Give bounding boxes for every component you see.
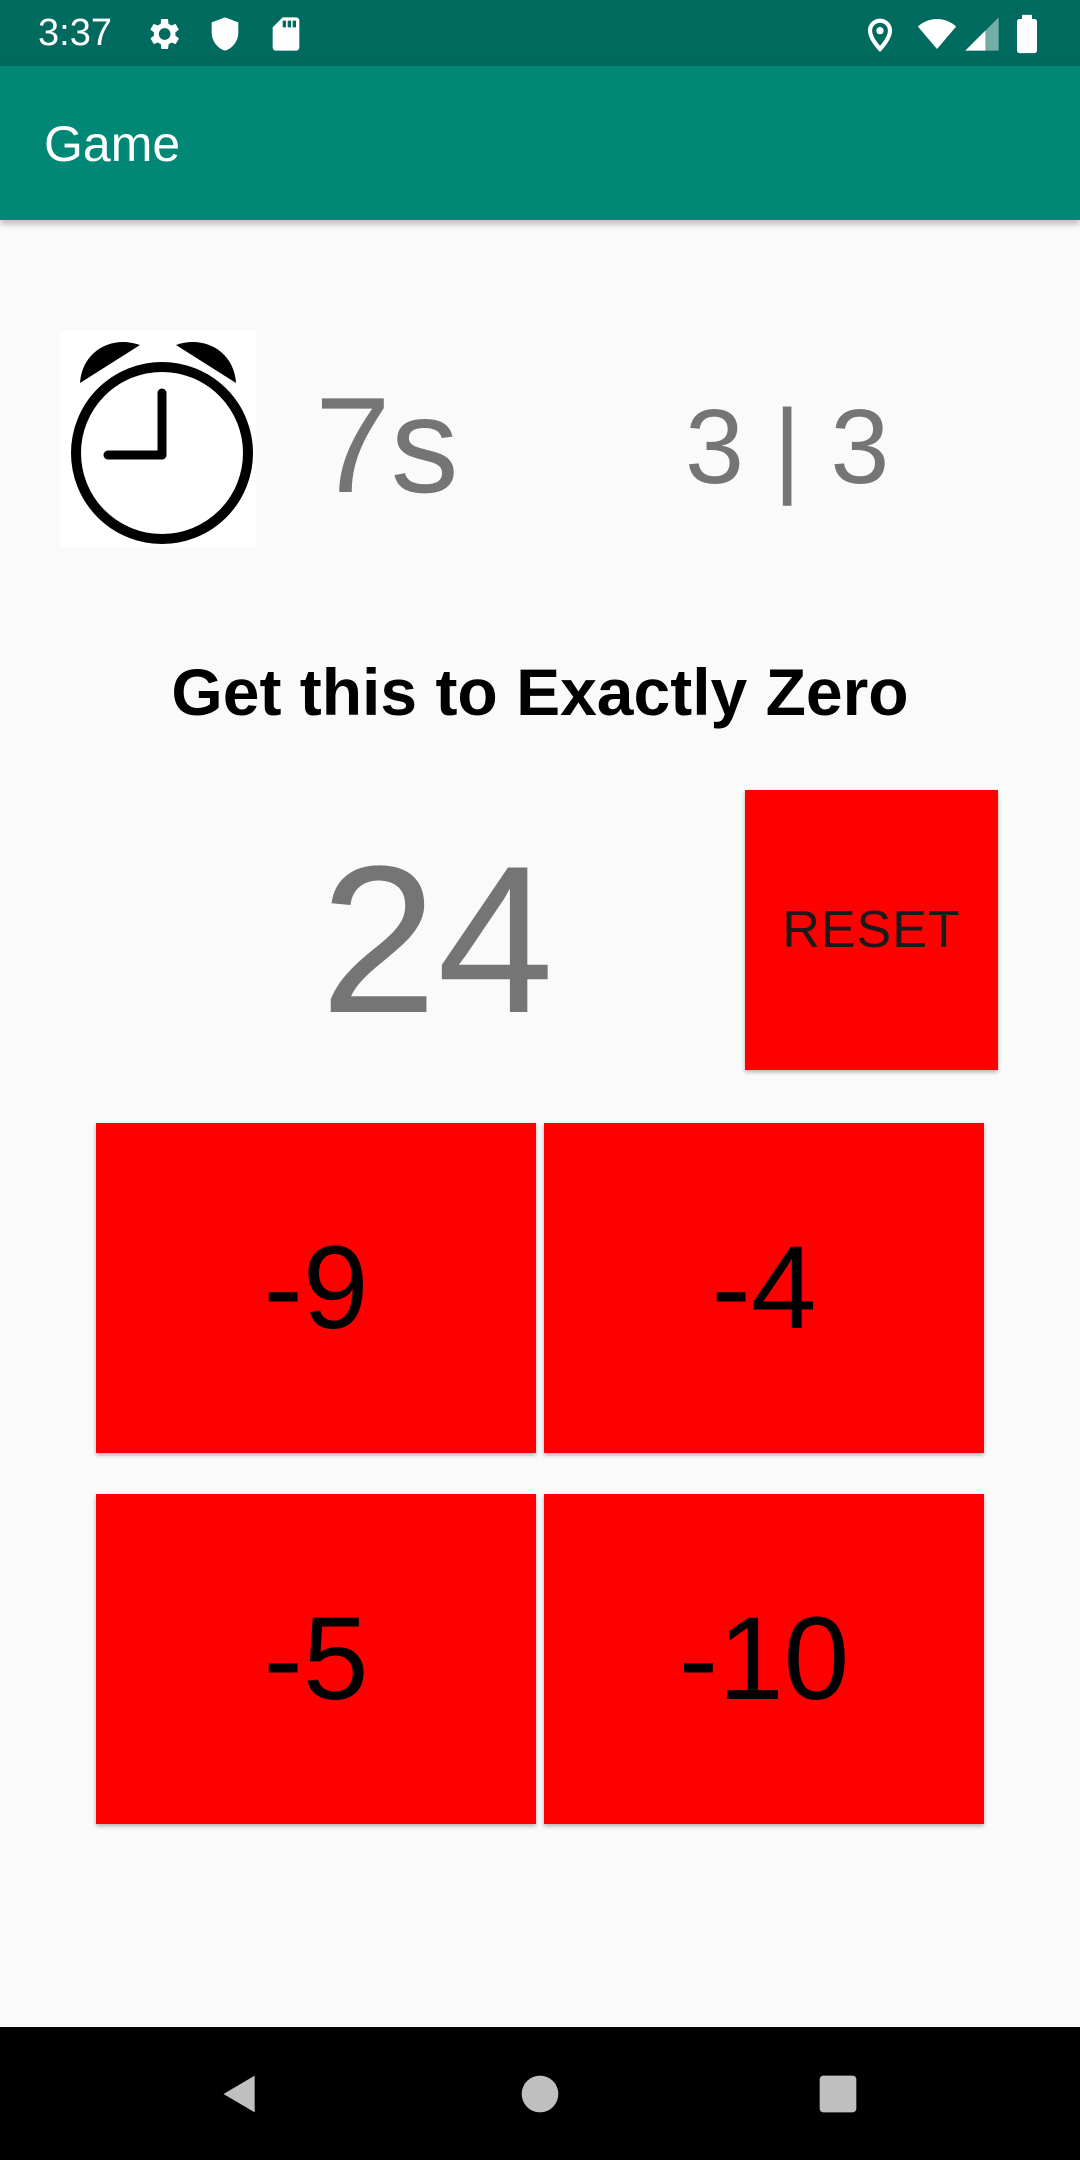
number-button-2[interactable]: -4 [544, 1123, 984, 1453]
home-icon[interactable] [518, 2072, 562, 2116]
battery-icon [1017, 14, 1037, 54]
number-button-3[interactable]: -5 [96, 1494, 536, 1824]
signal-icon [965, 17, 999, 51]
shield-icon [211, 17, 239, 51]
wifi-icon [917, 19, 957, 49]
nav-bar [0, 2027, 1080, 2160]
timer-display: 7s [315, 369, 459, 521]
target-number: 24 [320, 822, 554, 1057]
status-bar: 3:37 [0, 0, 1080, 66]
gear-icon [150, 19, 179, 49]
number-button-1[interactable]: -9 [96, 1123, 536, 1453]
app-bar: Game [0, 66, 1080, 220]
alarm-clock-icon [60, 331, 256, 547]
status-time: 3:37 [38, 12, 112, 54]
reset-button[interactable]: RESET [745, 790, 998, 1070]
score-display: 3 | 3 [685, 388, 890, 506]
back-icon[interactable] [218, 2072, 262, 2116]
location-icon [867, 18, 893, 52]
recents-icon[interactable] [816, 2072, 860, 2116]
sd-card-icon [272, 17, 300, 51]
app-title: Game [44, 116, 181, 172]
number-button-4[interactable]: -10 [544, 1494, 984, 1824]
instruction-text: Get this to Exactly Zero [171, 655, 909, 729]
